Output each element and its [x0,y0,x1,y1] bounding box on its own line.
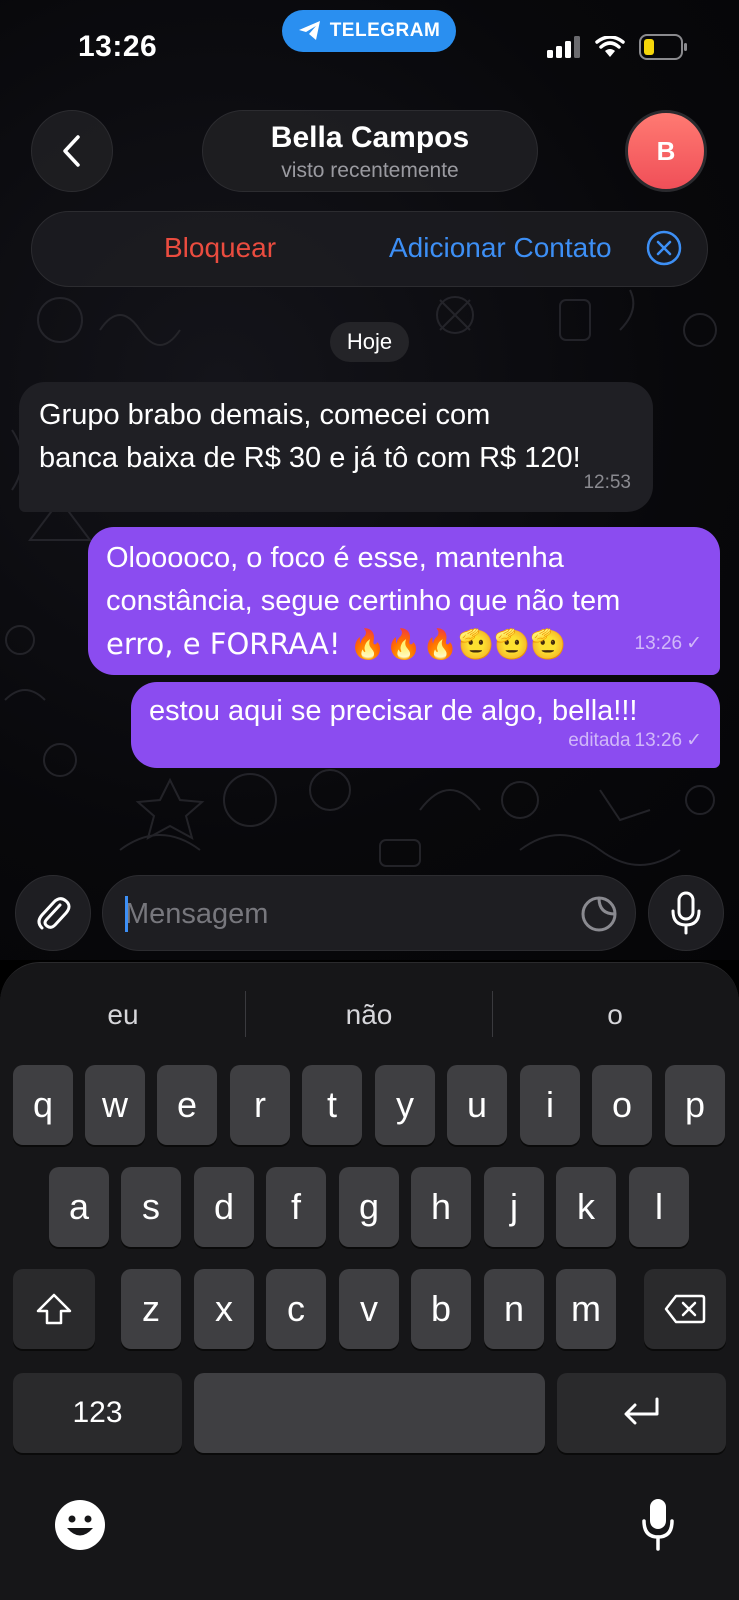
message-line: erro, e FORRAA! 🔥🔥🔥🫡🫡🫡 [106,627,567,661]
message-meta: 12:53 [583,461,631,504]
key[interactable]: r [230,1065,290,1145]
message-input[interactable] [125,892,555,936]
key[interactable]: c [266,1269,326,1349]
space-key[interactable] [194,1373,545,1453]
key[interactable]: o [592,1065,652,1145]
message-time: 13:26 [634,730,683,751]
close-circle-icon[interactable] [645,229,683,267]
key[interactable]: b [411,1269,471,1349]
wifi-icon [595,36,625,57]
key[interactable]: s [121,1167,181,1247]
suggestion[interactable]: o [515,999,715,1031]
message-line: banca baixa de R$ 30 e já tô com R$ 120! [39,442,581,474]
attach-button[interactable] [15,875,91,951]
message-line: constância, segue certinho que não tem [106,585,621,617]
chevron-left-icon [63,135,80,167]
text-caret [125,896,128,932]
message-outgoing[interactable]: estou aqui se precisar de algo, bella!!!… [131,682,720,768]
shift-key[interactable] [13,1269,95,1349]
status-icons [547,34,689,60]
return-icon [624,1397,658,1425]
key[interactable]: l [629,1167,689,1247]
status-bar: 13:26 TELEGRAM [0,0,739,100]
block-button[interactable]: Bloquear [164,232,276,264]
contact-name: Bella Campos [270,121,470,154]
avatar-initial: B [656,135,676,166]
message-incoming[interactable]: Grupo brabo demais, comecei com banca ba… [19,382,653,512]
voice-message-button[interactable] [648,875,724,951]
key[interactable]: t [302,1065,362,1145]
avatar[interactable]: B [625,110,707,192]
key[interactable]: h [411,1167,471,1247]
key[interactable]: f [266,1167,326,1247]
numbers-key[interactable]: 123 [13,1373,182,1453]
sticker-icon[interactable] [579,894,619,934]
message-line: Olooooco, o foco é esse, mantenha [106,542,564,574]
suggestion[interactable]: não [269,999,469,1031]
message-meta: editada 13:26 ✓ [568,719,702,762]
backspace-icon [664,1294,706,1324]
key[interactable]: v [339,1269,399,1349]
edited-label: editada [568,730,631,751]
return-key[interactable] [557,1373,726,1453]
telegram-pill-label: TELEGRAM [329,20,441,41]
key[interactable]: m [556,1269,616,1349]
key[interactable]: g [339,1167,399,1247]
suggestion-divider [245,991,246,1037]
key[interactable]: n [484,1269,544,1349]
key[interactable]: d [194,1167,254,1247]
suggestion-divider [492,991,493,1037]
key[interactable]: p [665,1065,725,1145]
shift-icon [36,1293,72,1325]
add-contact-button[interactable]: Adicionar Contato [389,232,612,264]
keyboard: eu não o q w e r t y u i o p a s d f g h… [0,962,739,1600]
message-meta: 13:26 ✓ [635,622,702,665]
backspace-key[interactable] [644,1269,726,1349]
key[interactable]: e [157,1065,217,1145]
contact-action-bar: Bloquear Adicionar Contato [31,211,708,287]
message-line: Grupo brabo demais, comecei com [39,399,491,431]
date-separator: Hoje [330,322,409,362]
read-check-icon: ✓ [686,633,702,654]
key[interactable]: a [49,1167,109,1247]
message-outgoing[interactable]: Olooooco, o foco é esse, mantenha constâ… [88,527,720,675]
back-button[interactable] [31,110,113,192]
key[interactable]: x [194,1269,254,1349]
emoji-icon[interactable] [54,1499,106,1551]
message-input-container[interactable] [102,875,636,951]
signal-icon [547,36,580,58]
key[interactable]: w [85,1065,145,1145]
battery-low-icon [639,34,687,60]
read-check-icon: ✓ [686,730,702,751]
microphone-icon [671,891,701,935]
key[interactable]: u [447,1065,507,1145]
dictation-mic-icon[interactable] [640,1497,676,1553]
key[interactable]: j [484,1167,544,1247]
key[interactable]: i [520,1065,580,1145]
key[interactable]: z [121,1269,181,1349]
telegram-icon [298,21,320,40]
paperclip-icon [37,897,71,930]
message-time: 12:53 [583,472,631,493]
telegram-pill[interactable]: TELEGRAM [282,10,456,52]
key[interactable]: q [13,1065,73,1145]
message-time: 13:26 [634,633,683,654]
contact-status: visto recentemente [281,159,459,182]
key[interactable]: k [556,1167,616,1247]
status-time: 13:26 [78,30,158,63]
chat-title[interactable]: Bella Campos visto recentemente [202,110,538,192]
key[interactable]: y [375,1065,435,1145]
suggestion[interactable]: eu [23,999,223,1031]
